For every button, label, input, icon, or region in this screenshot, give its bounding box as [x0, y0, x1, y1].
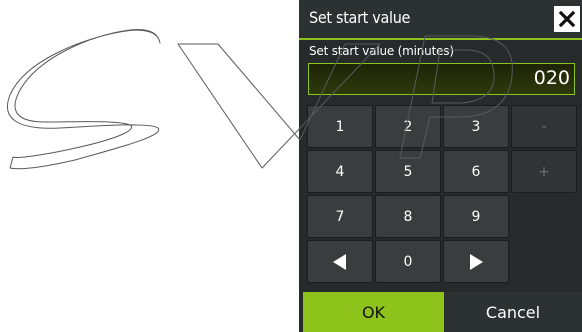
key-6[interactable]: 6 — [443, 150, 509, 193]
watermark-letter-s — [7, 29, 161, 170]
key-5[interactable]: 5 — [375, 150, 441, 193]
dialog-titlebar: Set start value — [299, 0, 582, 40]
key-3[interactable]: 3 — [443, 105, 509, 148]
set-start-value-dialog: Set start value Set start value (minutes… — [299, 0, 582, 332]
field-label: Set start value (minutes) — [309, 44, 454, 58]
close-button[interactable] — [554, 6, 580, 32]
arrow-left-icon — [333, 253, 346, 270]
key-9[interactable]: 9 — [443, 195, 509, 238]
key-1[interactable]: 1 — [307, 105, 373, 148]
key-left[interactable] — [307, 240, 373, 283]
key-4[interactable]: 4 — [307, 150, 373, 193]
close-icon — [558, 10, 576, 28]
arrow-right-icon — [470, 253, 483, 270]
start-value-text: 020 — [533, 67, 570, 89]
key-plus[interactable]: + — [511, 150, 577, 193]
key-2[interactable]: 2 — [375, 105, 441, 148]
start-value-input[interactable]: 020 — [308, 63, 575, 95]
screen: Set start value Set start value (minutes… — [0, 0, 582, 332]
ok-button[interactable]: OK — [303, 292, 444, 332]
dialog-title: Set start value — [309, 8, 411, 27]
key-right[interactable] — [443, 240, 509, 283]
key-0[interactable]: 0 — [375, 240, 441, 283]
key-minus[interactable]: - — [511, 105, 577, 148]
key-7[interactable]: 7 — [307, 195, 373, 238]
key-8[interactable]: 8 — [375, 195, 441, 238]
cancel-button[interactable]: Cancel — [444, 292, 582, 332]
